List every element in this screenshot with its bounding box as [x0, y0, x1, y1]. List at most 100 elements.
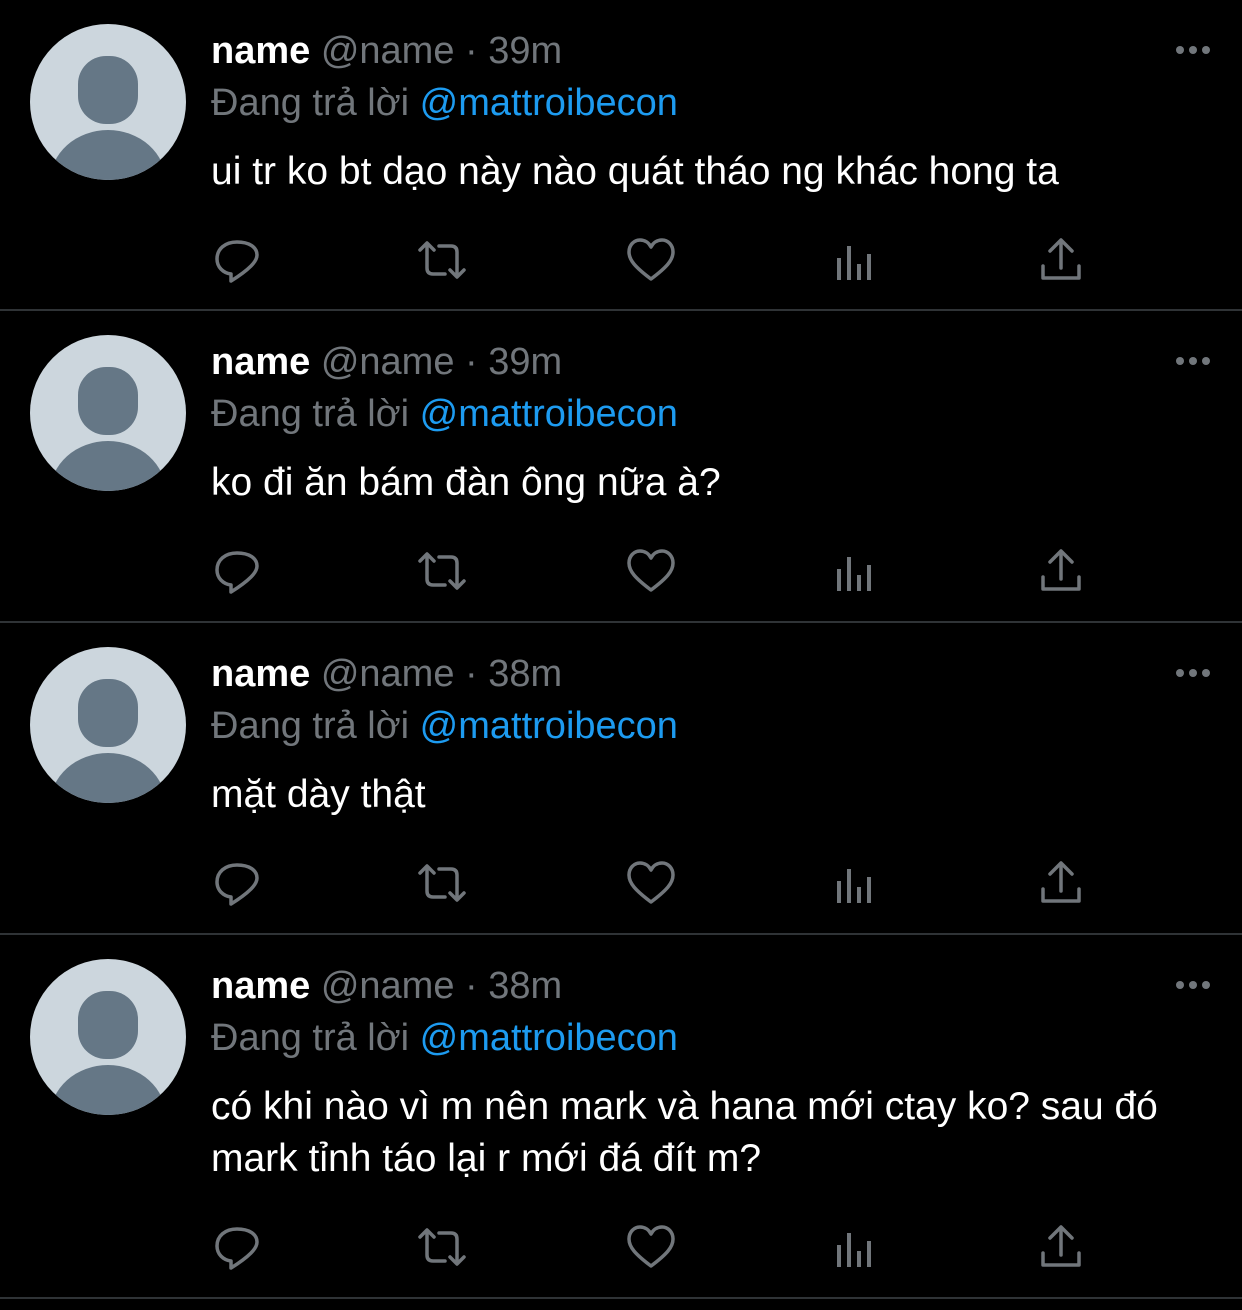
- tweet-actions: [211, 1223, 1111, 1271]
- like-button[interactable]: [625, 547, 677, 595]
- share-button[interactable]: [1037, 1223, 1089, 1271]
- mention-link[interactable]: @mattroibecon: [420, 393, 678, 435]
- replying-to-label: Đang trả lời: [211, 705, 410, 747]
- heart-icon: [627, 1225, 675, 1268]
- share-button[interactable]: [1037, 236, 1089, 284]
- user-handle[interactable]: @name: [321, 653, 455, 695]
- retweet-icon: [418, 552, 466, 590]
- share-button[interactable]: [1037, 547, 1089, 595]
- replying-to: Đang trả lời @mattroibecon: [211, 1015, 678, 1061]
- timestamp[interactable]: 39m: [488, 341, 562, 383]
- share-button[interactable]: [1037, 859, 1089, 907]
- avatar[interactable]: [30, 647, 186, 803]
- user-handle[interactable]: @name: [321, 965, 455, 1007]
- replying-to: Đang trả lời @mattroibecon: [211, 80, 678, 126]
- mention-link[interactable]: @mattroibecon: [420, 1017, 678, 1059]
- reply-icon: [215, 551, 259, 594]
- reply-icon: [215, 1227, 259, 1270]
- timestamp[interactable]: 39m: [488, 30, 562, 72]
- tweet-actions: [211, 859, 1111, 907]
- share-icon: [1041, 549, 1081, 591]
- views-button[interactable]: [833, 236, 885, 284]
- user-handle[interactable]: @name: [321, 341, 455, 383]
- more-horizontal-icon: [1176, 357, 1210, 365]
- more-options-button[interactable]: [1174, 975, 1214, 995]
- like-button[interactable]: [625, 1223, 677, 1271]
- share-icon: [1041, 238, 1081, 280]
- default-avatar-icon: [50, 367, 166, 491]
- reply-button[interactable]: [211, 859, 263, 907]
- more-horizontal-icon: [1176, 981, 1210, 989]
- heart-icon: [627, 238, 675, 281]
- separator-dot: ·: [465, 965, 478, 1007]
- retweet-button[interactable]: [414, 547, 466, 595]
- tweet-text: ko đi ăn bám đàn ông nữa à?: [211, 461, 721, 504]
- reply-icon: [215, 863, 259, 906]
- mention-link[interactable]: @mattroibecon: [420, 82, 678, 124]
- timeline: name @name · 39m Đang trả lời @mattroibe…: [0, 0, 1242, 1310]
- heart-icon: [627, 549, 675, 592]
- tweet-text: mặt dày thật: [211, 773, 426, 816]
- replying-to-label: Đang trả lời: [211, 393, 410, 435]
- display-name[interactable]: name: [211, 653, 310, 695]
- share-icon: [1041, 1225, 1081, 1267]
- tweet-actions: [211, 236, 1111, 284]
- mention-link[interactable]: @mattroibecon: [420, 705, 678, 747]
- views-button[interactable]: [833, 859, 885, 907]
- more-options-button[interactable]: [1174, 351, 1214, 371]
- retweet-button[interactable]: [414, 859, 466, 907]
- share-icon: [1041, 861, 1081, 903]
- retweet-icon: [418, 1228, 466, 1266]
- display-name[interactable]: name: [211, 341, 310, 383]
- views-button[interactable]: [833, 1223, 885, 1271]
- more-horizontal-icon: [1176, 46, 1210, 54]
- views-button[interactable]: [833, 547, 885, 595]
- display-name[interactable]: name: [211, 30, 310, 72]
- replying-to-label: Đang trả lời: [211, 1017, 410, 1059]
- replying-to: Đang trả lời @mattroibecon: [211, 391, 678, 437]
- tweet-header: name @name · 38m: [211, 651, 562, 697]
- tweet-header: name @name · 38m: [211, 963, 562, 1009]
- timestamp[interactable]: 38m: [488, 965, 562, 1007]
- heart-icon: [627, 861, 675, 904]
- separator-dot: ·: [465, 341, 478, 383]
- separator-dot: ·: [465, 653, 478, 695]
- tweet-text: có khi nào vì m nên mark và hana mới cta…: [211, 1085, 1158, 1180]
- tweet[interactable]: name @name · 39m Đang trả lời @mattroibe…: [0, 311, 1242, 623]
- tweet-header: name @name · 39m: [211, 339, 562, 385]
- replying-to: Đang trả lời @mattroibecon: [211, 703, 678, 749]
- retweet-icon: [418, 864, 466, 902]
- timestamp[interactable]: 38m: [488, 653, 562, 695]
- reply-button[interactable]: [211, 236, 263, 284]
- replying-to-label: Đang trả lời: [211, 82, 410, 124]
- default-avatar-icon: [50, 991, 166, 1115]
- views-icon: [837, 246, 871, 280]
- like-button[interactable]: [625, 859, 677, 907]
- more-options-button[interactable]: [1174, 40, 1214, 60]
- avatar[interactable]: [30, 24, 186, 180]
- retweet-button[interactable]: [414, 236, 466, 284]
- retweet-icon: [418, 241, 466, 279]
- like-button[interactable]: [625, 236, 677, 284]
- tweet[interactable]: name @name · 38m Đang trả lời @mattroibe…: [0, 935, 1242, 1299]
- default-avatar-icon: [50, 56, 166, 180]
- tweet-actions: [211, 547, 1111, 595]
- tweet[interactable]: name @name · 39m Đang trả lời @mattroibe…: [0, 0, 1242, 311]
- tweet-header: name @name · 39m: [211, 28, 562, 74]
- views-icon: [837, 557, 871, 591]
- display-name[interactable]: name: [211, 965, 310, 1007]
- user-handle[interactable]: @name: [321, 30, 455, 72]
- default-avatar-icon: [50, 679, 166, 803]
- avatar[interactable]: [30, 335, 186, 491]
- more-options-button[interactable]: [1174, 663, 1214, 683]
- reply-button[interactable]: [211, 1223, 263, 1271]
- reply-button[interactable]: [211, 547, 263, 595]
- tweet[interactable]: name @name · 38m Đang trả lời @mattroibe…: [0, 623, 1242, 935]
- tweet-text: ui tr ko bt dạo này nào quát tháo ng khá…: [211, 150, 1059, 193]
- views-icon: [837, 1233, 871, 1267]
- more-horizontal-icon: [1176, 669, 1210, 677]
- reply-icon: [215, 240, 259, 283]
- avatar[interactable]: [30, 959, 186, 1115]
- separator-dot: ·: [465, 30, 478, 72]
- retweet-button[interactable]: [414, 1223, 466, 1271]
